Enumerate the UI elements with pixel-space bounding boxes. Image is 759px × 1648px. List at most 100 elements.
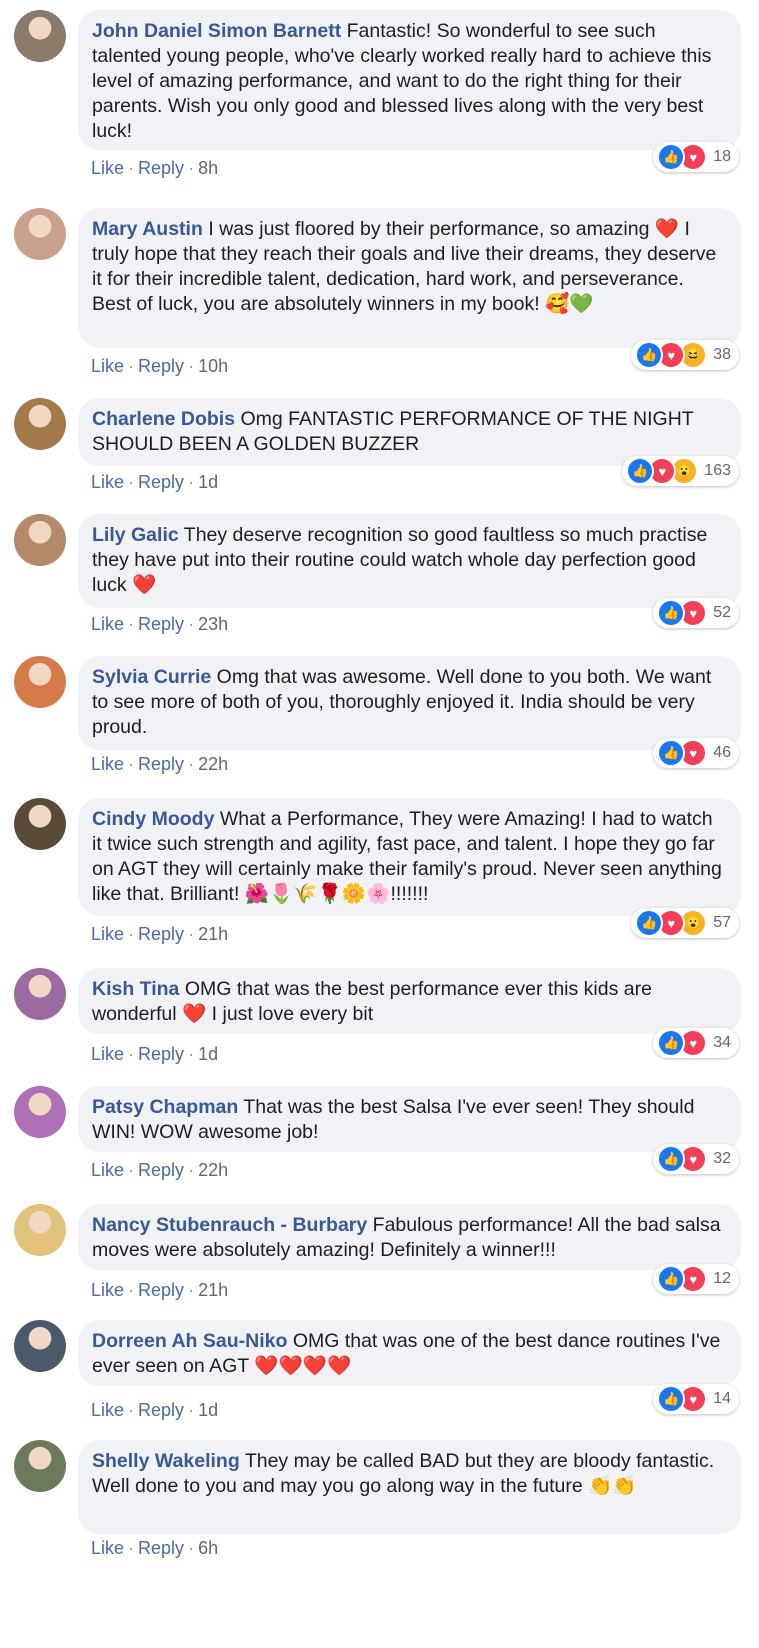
- reaction-count: 38: [713, 346, 731, 363]
- reply-link[interactable]: Reply: [138, 754, 184, 774]
- reply-link[interactable]: Reply: [138, 614, 184, 634]
- comment-bubble: Dorreen Ah Sau-Niko OMG that was one of …: [78, 1320, 741, 1386]
- reply-link[interactable]: Reply: [138, 158, 184, 178]
- avatar[interactable]: [14, 1320, 66, 1372]
- reaction-count: 163: [704, 462, 731, 479]
- comment-author-link[interactable]: Cindy Moody: [92, 808, 214, 830]
- reactions-summary[interactable]: 👍 ♥ 52: [653, 598, 739, 628]
- separator-dot: ·: [188, 1400, 195, 1420]
- comment-item: Dorreen Ah Sau-Niko OMG that was one of …: [0, 1320, 759, 1426]
- separator-dot: ·: [188, 158, 195, 178]
- reply-link[interactable]: Reply: [138, 1400, 184, 1420]
- separator-dot: ·: [188, 614, 195, 634]
- avatar[interactable]: [14, 10, 66, 62]
- reply-link[interactable]: Reply: [138, 924, 184, 944]
- separator-dot: ·: [188, 1280, 195, 1300]
- like-link[interactable]: Like: [91, 614, 124, 634]
- comment-timestamp[interactable]: 10h: [198, 356, 228, 376]
- comment-timestamp[interactable]: 22h: [198, 754, 228, 774]
- reply-link[interactable]: Reply: [138, 1280, 184, 1300]
- comment-timestamp[interactable]: 21h: [198, 1280, 228, 1300]
- reactions-summary[interactable]: 👍 ♥ 34: [653, 1028, 739, 1058]
- comment-item: Mary Austin I was just floored by their …: [0, 208, 759, 382]
- comment-actions: Like · Reply · 22h: [91, 1160, 228, 1181]
- separator-dot: ·: [188, 1538, 195, 1558]
- avatar[interactable]: [14, 1440, 66, 1492]
- comment-author-link[interactable]: Kish Tina: [92, 978, 179, 1000]
- avatar[interactable]: [14, 798, 66, 850]
- comment-author-link[interactable]: Lily Galic: [92, 524, 179, 546]
- reactions-summary[interactable]: 👍 ♥ 14: [653, 1384, 739, 1414]
- reactions-summary[interactable]: 👍 ♥ 😮 163: [622, 456, 739, 486]
- avatar[interactable]: [14, 968, 66, 1020]
- comment-item: Nancy Stubenrauch - Burbary Fabulous per…: [0, 1204, 759, 1306]
- comment-timestamp[interactable]: 22h: [198, 1160, 228, 1180]
- comment-author-link[interactable]: Patsy Chapman: [92, 1096, 238, 1118]
- comment-item: Lily Galic They deserve recognition so g…: [0, 514, 759, 640]
- like-reaction-icon: 👍: [657, 1385, 686, 1413]
- comment-author-link[interactable]: Dorreen Ah Sau-Niko: [92, 1330, 287, 1352]
- comment-author-link[interactable]: Charlene Dobis: [92, 408, 235, 430]
- separator-dot: ·: [128, 158, 135, 178]
- avatar[interactable]: [14, 1086, 66, 1138]
- reactions-summary[interactable]: 👍 ♥ 😆 38: [631, 340, 739, 370]
- reactions-summary[interactable]: 👍 ♥ 12: [653, 1264, 739, 1294]
- comment-timestamp[interactable]: 1d: [198, 1044, 218, 1064]
- comment-timestamp[interactable]: 1d: [198, 472, 218, 492]
- like-link[interactable]: Like: [91, 754, 124, 774]
- reply-link[interactable]: Reply: [138, 356, 184, 376]
- separator-dot: ·: [128, 1044, 135, 1064]
- reply-link[interactable]: Reply: [138, 472, 184, 492]
- comment-bubble: Cindy Moody What a Performance, They wer…: [78, 798, 741, 916]
- separator-dot: ·: [188, 924, 195, 944]
- comment-author-link[interactable]: Nancy Stubenrauch - Burbary: [92, 1214, 367, 1236]
- avatar[interactable]: [14, 398, 66, 450]
- separator-dot: ·: [128, 1280, 135, 1300]
- like-link[interactable]: Like: [91, 1044, 124, 1064]
- comment-timestamp[interactable]: 8h: [198, 158, 218, 178]
- comment-actions: Like · Reply · 22h: [91, 754, 228, 775]
- separator-dot: ·: [128, 754, 135, 774]
- comment-actions: Like · Reply · 6h: [91, 1538, 218, 1559]
- comment-item: Charlene Dobis Omg FANTASTIC PERFORMANCE…: [0, 398, 759, 498]
- like-link[interactable]: Like: [91, 1280, 124, 1300]
- comment-bubble: Mary Austin I was just floored by their …: [78, 208, 741, 348]
- avatar[interactable]: [14, 1204, 66, 1256]
- comment-bubble: Kish Tina OMG that was the best performa…: [78, 968, 741, 1034]
- like-link[interactable]: Like: [91, 356, 124, 376]
- like-link[interactable]: Like: [91, 472, 124, 492]
- comment-timestamp[interactable]: 1d: [198, 1400, 218, 1420]
- comment-author-link[interactable]: Sylvia Currie: [92, 666, 211, 688]
- avatar[interactable]: [14, 656, 66, 708]
- reactions-summary[interactable]: 👍 ♥ 46: [653, 738, 739, 768]
- like-link[interactable]: Like: [91, 924, 124, 944]
- like-reaction-icon: 👍: [635, 909, 664, 937]
- reactions-summary[interactable]: 👍 ♥ 18: [653, 142, 739, 172]
- like-reaction-icon: 👍: [657, 143, 686, 171]
- reactions-summary[interactable]: 👍 ♥ 😮 57: [631, 908, 739, 938]
- reply-link[interactable]: Reply: [138, 1044, 184, 1064]
- reply-link[interactable]: Reply: [138, 1538, 184, 1558]
- comment-author-link[interactable]: Shelly Wakeling: [92, 1450, 240, 1472]
- comment-author-link[interactable]: Mary Austin: [92, 218, 203, 240]
- reply-link[interactable]: Reply: [138, 1160, 184, 1180]
- like-link[interactable]: Like: [91, 1160, 124, 1180]
- like-link[interactable]: Like: [91, 1400, 124, 1420]
- comment-bubble: John Daniel Simon Barnett Fantastic! So …: [78, 10, 741, 150]
- comment-author-link[interactable]: John Daniel Simon Barnett: [92, 20, 341, 42]
- separator-dot: ·: [128, 1160, 135, 1180]
- reaction-count: 46: [713, 744, 731, 761]
- like-reaction-icon: 👍: [626, 457, 655, 485]
- separator-dot: ·: [188, 472, 195, 492]
- comment-timestamp[interactable]: 23h: [198, 614, 228, 634]
- comment-item: Kish Tina OMG that was the best performa…: [0, 968, 759, 1070]
- comment-timestamp[interactable]: 6h: [198, 1538, 218, 1558]
- comment-timestamp[interactable]: 21h: [198, 924, 228, 944]
- reactions-summary[interactable]: 👍 ♥ 32: [653, 1144, 739, 1174]
- like-link[interactable]: Like: [91, 158, 124, 178]
- like-link[interactable]: Like: [91, 1538, 124, 1558]
- comment-text: They deserve recognition so good faultle…: [92, 524, 708, 596]
- avatar[interactable]: [14, 208, 66, 260]
- reaction-count: 52: [713, 604, 731, 621]
- avatar[interactable]: [14, 514, 66, 566]
